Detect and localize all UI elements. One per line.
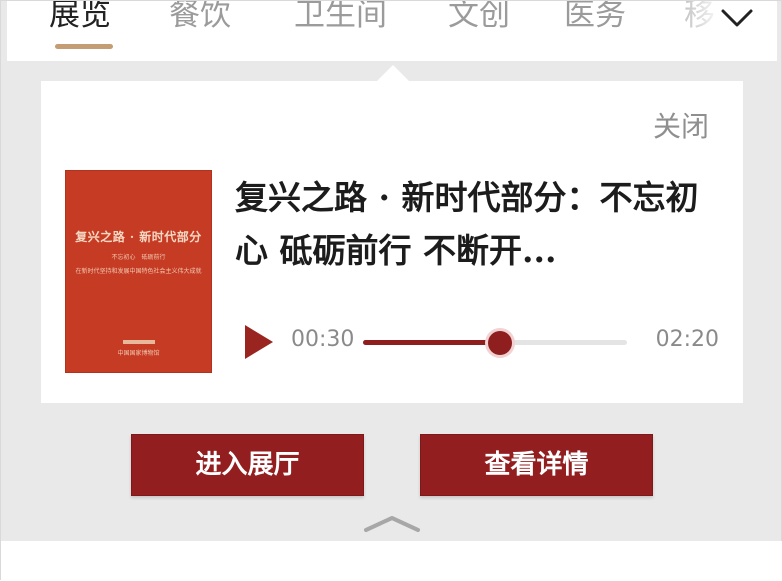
progress-slider[interactable] <box>363 331 627 355</box>
tab-medical[interactable]: 医务 <box>564 1 626 37</box>
active-tab-indicator <box>55 44 113 49</box>
current-time: 00:30 <box>291 327 355 352</box>
tab-restroom[interactable]: 卫生间 <box>294 1 387 37</box>
cover-publisher-logo <box>123 340 155 344</box>
cover-subtitle: 不忘初心 砥砺前行 <box>111 254 166 261</box>
chevron-up-icon[interactable] <box>363 513 421 533</box>
progress-fill <box>363 340 501 345</box>
cover-subtitle-2: 在新时代坚持和发展中国特色社会主义伟大成就 <box>75 268 202 275</box>
tab-cultural-products[interactable]: 文创 <box>448 1 510 37</box>
view-details-button[interactable]: 查看详情 <box>420 434 653 496</box>
exhibit-title[interactable]: 复兴之路 · 新时代部分：不忘初心 砥砺前行 不断开... <box>235 171 725 277</box>
progress-thumb[interactable] <box>488 331 513 355</box>
play-icon[interactable] <box>245 325 273 359</box>
tab-dining[interactable]: 餐饮 <box>169 1 231 37</box>
category-tab-bar: 展览 餐饮 卫生间 文创 医务 移 <box>7 1 777 61</box>
tab-fade-overlay <box>657 1 777 57</box>
exhibit-cover-image[interactable]: 复兴之路 · 新时代部分 不忘初心 砥砺前行 在新时代坚持和发展中国特色社会主义… <box>65 170 212 373</box>
close-button[interactable]: 关闭 <box>653 105 709 145</box>
app-frame: 展览 餐饮 卫生间 文创 医务 移 关闭 复兴之路 · 新时代部分 不忘初心 砥… <box>0 0 782 581</box>
cover-title: 复兴之路 · 新时代部分 <box>75 230 202 244</box>
cover-publisher: 中国国家博物馆 <box>117 350 160 357</box>
enter-hall-button[interactable]: 进入展厅 <box>131 434 364 496</box>
total-time: 02:20 <box>655 327 719 352</box>
exhibit-card: 关闭 复兴之路 · 新时代部分 不忘初心 砥砺前行 在新时代坚持和发展中国特色社… <box>41 81 743 403</box>
bottom-strip <box>1 541 782 581</box>
audio-player: 00:30 02:20 <box>241 317 731 367</box>
tab-exhibition[interactable]: 展览 <box>49 1 111 37</box>
panel-pointer <box>377 65 409 81</box>
chevron-down-icon[interactable] <box>719 5 755 31</box>
